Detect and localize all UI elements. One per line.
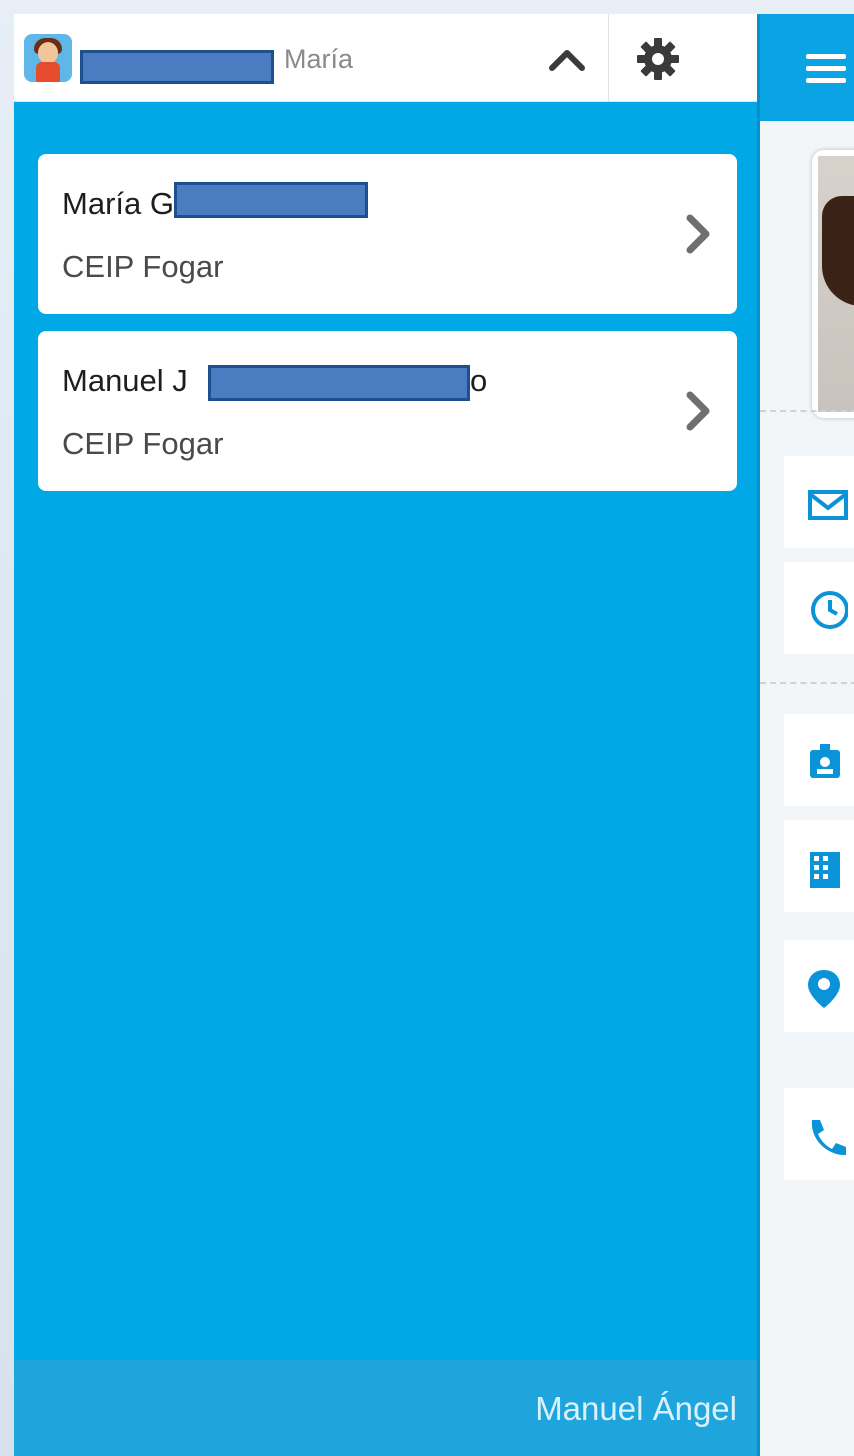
main-content-peek [757,14,854,1456]
building-icon [810,852,840,888]
building-tile[interactable] [784,820,854,912]
gear-icon[interactable] [632,34,684,84]
location-tile[interactable] [784,940,854,1032]
header-divider [608,14,609,101]
student-name: María G [62,186,174,221]
phone-icon [811,1120,846,1156]
phone-tile[interactable] [784,1088,854,1180]
chevron-up-icon[interactable] [544,42,590,76]
student-school: CEIP Fogar [62,426,224,461]
student-item-2[interactable]: Manuel J o CEIP Fogar [38,331,737,491]
clock-icon [811,591,848,629]
account-drawer: María María G CEIP Fogar Manuel J o CEIP… [14,14,757,1456]
account-switcher-header[interactable]: María [14,14,757,102]
avatar [24,34,72,82]
location-pin-icon [808,970,840,1008]
student-school: CEIP Fogar [62,249,224,284]
current-user-name: Manuel Ángel [535,1390,737,1427]
schedule-tile[interactable] [784,562,854,654]
student-item-1[interactable]: María G CEIP Fogar [38,154,737,314]
hamburger-icon[interactable] [806,54,846,88]
top-bar [760,14,854,121]
id-badge-icon [810,744,840,778]
mail-tile[interactable] [784,456,854,548]
drawer-footer: Manuel Ángel [14,1360,757,1456]
id-tile[interactable] [784,714,854,806]
account-name: María [284,44,354,74]
redacted-surname [80,50,274,84]
mail-icon [808,490,848,520]
divider [760,410,854,412]
redacted-surname [174,182,368,218]
student-name-tail: o [470,363,488,398]
chevron-right-icon [686,214,710,254]
redacted-surname [208,365,470,401]
student-name: Manuel J [62,363,188,398]
profile-photo [812,150,854,418]
app-frame: María María G CEIP Fogar Manuel J o CEIP… [0,0,854,1456]
chevron-right-icon [686,391,710,431]
divider [760,682,854,684]
